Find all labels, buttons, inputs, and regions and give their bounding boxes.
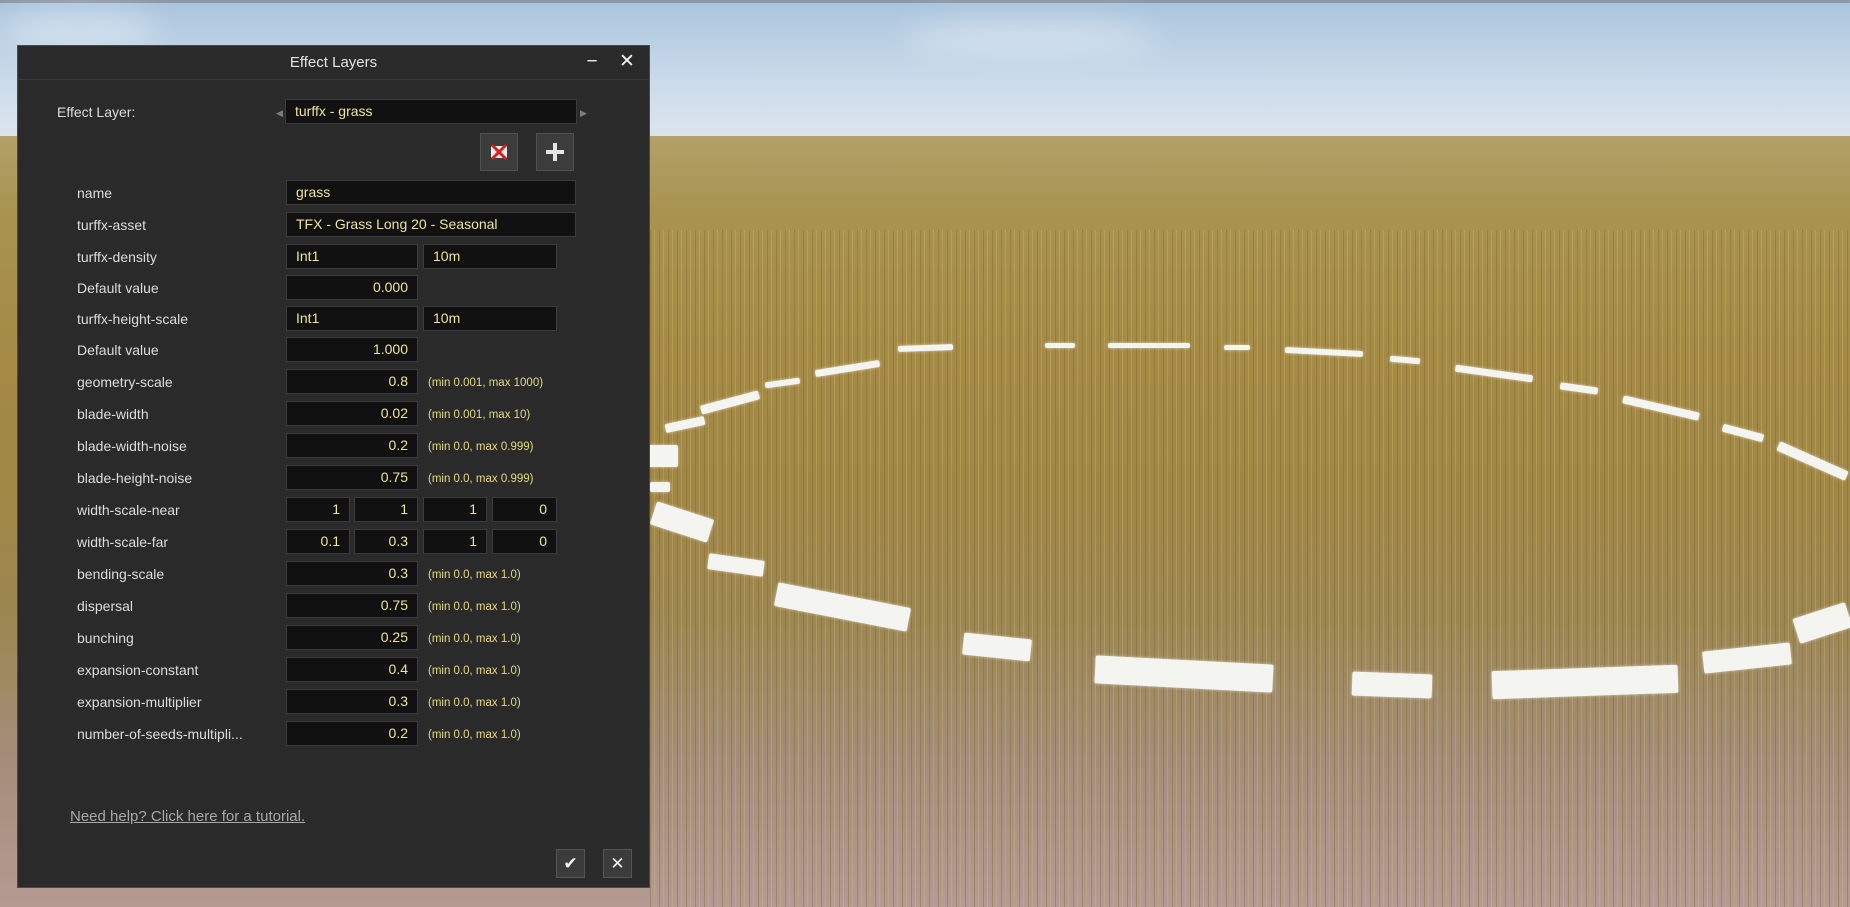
turffx-asset-label: turffx-asset xyxy=(77,217,146,233)
bending-scale-range: (min 0.0, max 1.0) xyxy=(428,569,521,581)
title-bar[interactable]: Effect Layers − ✕ xyxy=(18,46,649,80)
turffx-density-scale[interactable]: 10m xyxy=(423,244,557,269)
width-scale-far-3[interactable]: 1 xyxy=(423,529,487,554)
turffx-height-scale-channel[interactable]: Int1 xyxy=(286,306,418,331)
name-label: name xyxy=(77,185,113,201)
width-scale-near-2[interactable]: 1 xyxy=(354,497,418,522)
brush-ring-segment xyxy=(1108,343,1190,348)
dispersal-label: dispersal xyxy=(77,598,134,614)
blade-width-noise-range: (min 0.0, max 0.999) xyxy=(428,441,534,453)
expansion-constant-label: expansion-constant xyxy=(77,662,199,678)
expansion-multiplier-field[interactable]: 0.3 xyxy=(286,689,418,714)
blade-height-noise-field[interactable]: 0.75 xyxy=(286,465,418,490)
turffx-density-channel[interactable]: Int1 xyxy=(286,244,418,269)
delete-layer-icon xyxy=(490,143,508,161)
minimize-button[interactable]: − xyxy=(580,50,604,74)
expansion-multiplier-label: expansion-multiplier xyxy=(77,694,202,710)
geometry-scale-field[interactable]: 0.8 xyxy=(286,369,418,394)
name-field[interactable]: grass xyxy=(286,180,576,205)
width-scale-near-4[interactable]: 0 xyxy=(492,497,557,522)
blade-width-noise-label: blade-width-noise xyxy=(77,438,187,454)
bunching-field[interactable]: 0.25 xyxy=(286,625,418,650)
height-default-field[interactable]: 1.000 xyxy=(286,337,418,362)
blade-width-label: blade-width xyxy=(77,406,149,422)
turffx-density-label: turffx-density xyxy=(77,249,157,265)
brush-ring-segment xyxy=(650,482,670,492)
turffx-height-scale-label: turffx-height-scale xyxy=(77,311,189,327)
window-title: Effect Layers xyxy=(289,54,378,71)
seeds-multiplier-field[interactable]: 0.2 xyxy=(286,721,418,746)
delete-layer-button[interactable] xyxy=(480,133,518,171)
geometry-scale-range: (min 0.001, max 1000) xyxy=(428,377,544,389)
close-icon: ✕ xyxy=(610,854,625,873)
dispersal-field[interactable]: 0.75 xyxy=(286,593,418,618)
width-scale-far-4[interactable]: 0 xyxy=(492,529,557,554)
seeds-multiplier-label: number-of-seeds-multipli... xyxy=(77,726,243,742)
expansion-constant-range: (min 0.0, max 1.0) xyxy=(428,665,521,677)
expansion-constant-field[interactable]: 0.4 xyxy=(286,657,418,682)
effect-layers-dialog: Effect Layers − ✕ Effect Layer: ◀ turffx… xyxy=(17,45,650,888)
bunching-label: bunching xyxy=(77,630,134,646)
tutorial-help-link[interactable]: Need help? Click here for a tutorial. xyxy=(70,808,305,825)
blade-height-noise-range: (min 0.0, max 0.999) xyxy=(428,473,534,485)
bending-scale-label: bending-scale xyxy=(77,566,165,582)
turffx-asset-field[interactable]: TFX - Grass Long 20 - Seasonal xyxy=(286,212,576,237)
width-scale-near-3[interactable]: 1 xyxy=(423,497,487,522)
expansion-multiplier-range: (min 0.0, max 1.0) xyxy=(428,697,521,709)
width-scale-far-1[interactable]: 0.1 xyxy=(286,529,350,554)
grass-effect xyxy=(650,230,1850,907)
bunching-range: (min 0.0, max 1.0) xyxy=(428,633,521,645)
blade-width-noise-field[interactable]: 0.2 xyxy=(286,433,418,458)
blade-height-noise-label: blade-height-noise xyxy=(77,470,193,486)
prev-layer-arrow[interactable]: ◀ xyxy=(276,108,283,119)
dispersal-range: (min 0.0, max 1.0) xyxy=(428,601,521,613)
blade-width-field[interactable]: 0.02 xyxy=(286,401,418,426)
width-scale-near-label: width-scale-near xyxy=(77,502,180,518)
brush-ring-segment xyxy=(1351,671,1433,699)
add-layer-button[interactable] xyxy=(536,133,574,171)
width-scale-far-label: width-scale-far xyxy=(77,534,169,550)
close-button[interactable]: ✕ xyxy=(615,50,639,74)
height-default-label: Default value xyxy=(77,342,159,358)
cancel-button[interactable]: ✕ xyxy=(603,849,632,878)
close-icon: ✕ xyxy=(619,51,635,72)
ok-button[interactable]: ✔ xyxy=(556,849,585,878)
minimize-icon: − xyxy=(586,51,598,72)
brush-ring-segment xyxy=(1224,345,1250,350)
density-default-label: Default value xyxy=(77,280,159,296)
bending-scale-field[interactable]: 0.3 xyxy=(286,561,418,586)
width-scale-near-1[interactable]: 1 xyxy=(286,497,350,522)
effect-layer-label: Effect Layer: xyxy=(57,104,136,120)
effect-layer-select[interactable]: turffx - grass xyxy=(285,99,577,124)
brush-ring-segment xyxy=(648,445,678,467)
width-scale-far-2[interactable]: 0.3 xyxy=(354,529,418,554)
checkmark-icon: ✔ xyxy=(563,854,578,873)
density-default-field[interactable]: 0.000 xyxy=(286,275,418,300)
brush-ring-segment xyxy=(1045,343,1075,348)
geometry-scale-label: geometry-scale xyxy=(77,374,173,390)
add-layer-icon xyxy=(546,143,564,161)
next-layer-arrow[interactable]: ▶ xyxy=(580,108,587,119)
turffx-height-scale-scale[interactable]: 10m xyxy=(423,306,557,331)
seeds-multiplier-range: (min 0.0, max 1.0) xyxy=(428,729,521,741)
blade-width-range: (min 0.001, max 10) xyxy=(428,409,531,421)
